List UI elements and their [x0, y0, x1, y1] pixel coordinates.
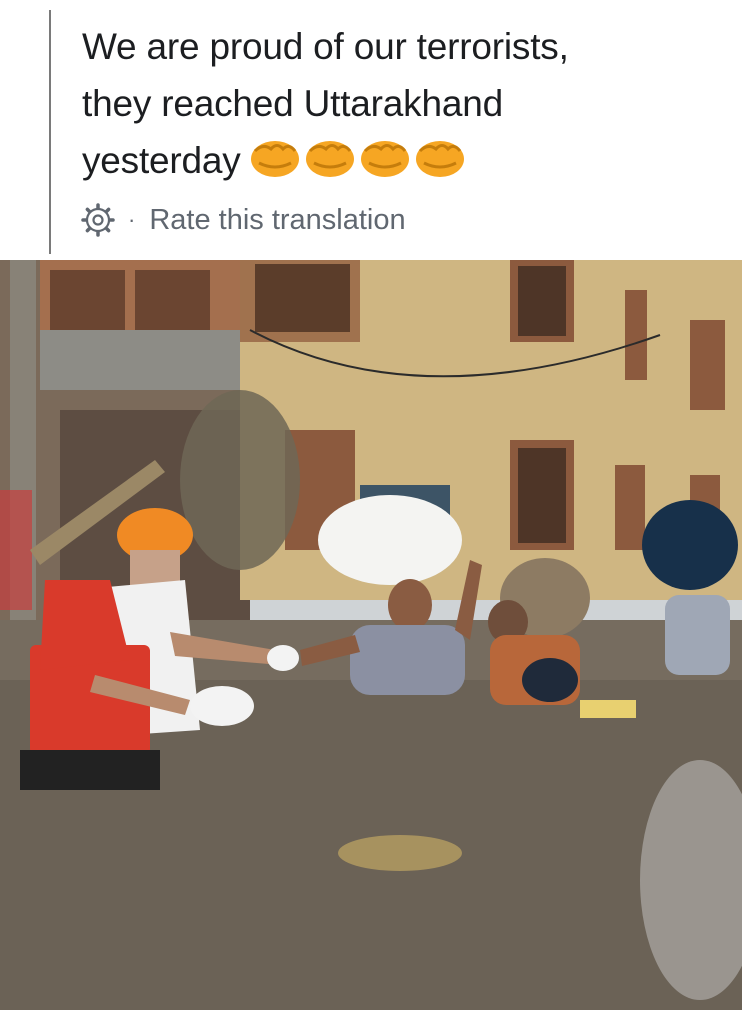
- post-text-line-2: they reached Uttarakhand: [82, 83, 503, 124]
- gear-icon[interactable]: [80, 202, 116, 238]
- post-text: We are proud of our terrorists, they rea…: [82, 18, 722, 189]
- floating-debris: [338, 835, 462, 871]
- rate-translation-link[interactable]: Rate this translation: [149, 204, 405, 237]
- raised-fist-icon: [360, 141, 409, 177]
- post-text-line-3: yesterday: [82, 132, 722, 189]
- post-text-line-3-text: yesterday: [82, 140, 241, 181]
- post-text-line-1: We are proud of our terrorists,: [82, 26, 569, 67]
- emoji-group: [249, 137, 466, 179]
- photo-illustration: [0, 260, 742, 1010]
- raised-fist-icon: [250, 141, 299, 177]
- translation-row: · Rate this translation: [80, 200, 406, 240]
- separator-dot: ·: [128, 207, 136, 232]
- raised-fist-icon: [415, 141, 464, 177]
- post-text-container: We are proud of our terrorists, they rea…: [0, 0, 742, 258]
- raised-fist-icon: [305, 141, 354, 177]
- quote-divider: [49, 10, 51, 254]
- flood-rescue-photo[interactable]: [0, 260, 742, 1010]
